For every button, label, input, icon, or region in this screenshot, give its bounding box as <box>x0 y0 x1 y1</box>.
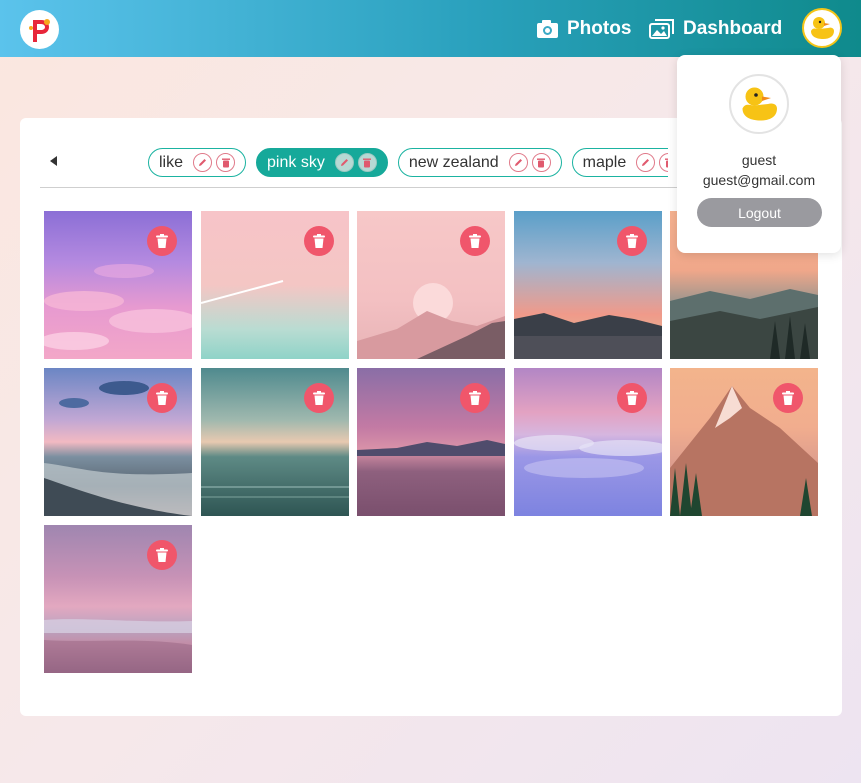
user-email: guest@gmail.com <box>702 172 816 188</box>
logo-p-icon <box>28 18 50 42</box>
photo-thumbnail[interactable] <box>44 368 192 516</box>
duck-avatar-icon <box>742 87 777 121</box>
delete-photo-button[interactable] <box>147 226 177 256</box>
photo-thumbnail[interactable] <box>513 211 662 359</box>
duck-avatar-icon <box>811 17 834 39</box>
delete-photo-button[interactable] <box>460 226 490 256</box>
photo-thumbnail[interactable] <box>357 211 505 359</box>
tag-label: new zealand <box>408 153 499 171</box>
user-name: guest <box>741 152 777 168</box>
photo-thumbnail[interactable] <box>200 368 349 516</box>
photo-grid <box>44 211 818 673</box>
tag-label: maple <box>582 153 627 171</box>
trash-icon <box>312 391 325 405</box>
tag-tab-pink-sky[interactable]: pink sky <box>256 148 388 177</box>
trash-icon <box>469 391 481 405</box>
delete-photo-button[interactable] <box>460 383 490 413</box>
delete-photo-button[interactable] <box>303 383 334 413</box>
delete-photo-button[interactable] <box>616 226 647 256</box>
photo-thumbnail[interactable] <box>513 368 662 516</box>
user-avatar-button[interactable] <box>802 8 842 48</box>
delete-photo-button[interactable] <box>773 383 803 413</box>
trash-icon <box>156 548 168 562</box>
pencil-icon[interactable] <box>508 153 528 172</box>
photo-thumbnail[interactable] <box>670 368 818 516</box>
user-menu-dropdown: guest guest@gmail.com Logout <box>677 55 841 253</box>
pencil-icon[interactable] <box>193 153 213 172</box>
camera-icon <box>537 20 558 38</box>
pencil-icon[interactable] <box>334 153 354 172</box>
nav-dashboard-label: Dashboard <box>683 18 783 39</box>
trash-icon[interactable] <box>531 153 551 172</box>
trash-icon <box>312 234 325 248</box>
photo-thumbnail[interactable] <box>44 211 192 359</box>
trash-icon <box>156 391 168 405</box>
trash-icon <box>625 391 638 405</box>
delete-photo-button[interactable] <box>303 226 334 256</box>
images-icon <box>649 19 674 39</box>
nav-photos-link[interactable]: Photos <box>536 16 631 42</box>
nav-photos-label: Photos <box>567 18 632 39</box>
tag-tab-maple[interactable]: maple <box>571 148 668 177</box>
trash-icon <box>156 234 168 248</box>
user-avatar <box>729 74 789 134</box>
photo-thumbnail[interactable] <box>357 368 505 516</box>
trash-icon <box>469 234 481 248</box>
pencil-icon[interactable] <box>636 153 656 172</box>
nav-dashboard-link[interactable]: Dashboard <box>649 16 782 42</box>
app-logo[interactable] <box>20 10 59 49</box>
tag-label: like <box>159 153 184 171</box>
tag-tab-like[interactable]: like <box>148 148 247 177</box>
tag-tabs-bar: like pink sky new zealand maple <box>148 148 668 178</box>
trash-icon[interactable] <box>357 153 377 172</box>
delete-photo-button[interactable] <box>147 540 177 570</box>
caret-left-icon[interactable] <box>50 156 57 166</box>
trash-icon <box>782 391 794 405</box>
tag-label: pink sky <box>267 153 325 171</box>
trash-icon[interactable] <box>659 153 668 172</box>
photo-thumbnail[interactable] <box>44 525 192 673</box>
logout-button[interactable]: Logout <box>697 198 822 227</box>
trash-icon[interactable] <box>216 153 236 172</box>
trash-icon <box>625 234 638 248</box>
tag-tab-new-zealand[interactable]: new zealand <box>397 148 562 177</box>
photo-thumbnail[interactable] <box>200 211 349 359</box>
delete-photo-button[interactable] <box>616 383 647 413</box>
top-navbar: Photos Dashboard <box>0 0 861 57</box>
delete-photo-button[interactable] <box>147 383 177 413</box>
